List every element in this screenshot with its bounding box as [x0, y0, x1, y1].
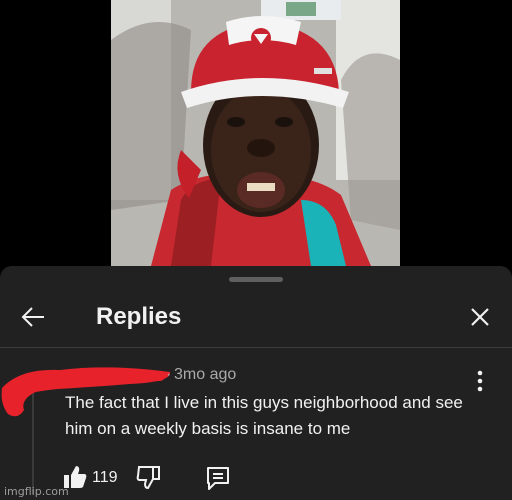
meta-separator: ·	[166, 366, 172, 383]
comment-timestamp: 3mo ago	[174, 366, 237, 383]
video-frame[interactable]	[111, 0, 400, 266]
comment-icon	[207, 467, 229, 490]
dislike-button[interactable]	[136, 464, 162, 490]
watermark: imgflip.com	[4, 485, 69, 498]
drag-handle[interactable]	[229, 277, 283, 282]
close-button[interactable]	[463, 300, 497, 334]
replies-sheet: Replies · 3mo ago The fact that I live i…	[0, 266, 512, 500]
comment-text: The fact that I live in this guys neighb…	[65, 393, 463, 438]
comment-item: · 3mo ago The fact that I live in this g…	[0, 348, 512, 500]
close-icon	[471, 308, 489, 326]
back-button[interactable]	[16, 300, 50, 334]
sheet-header: Replies	[0, 290, 512, 346]
video-still-image	[111, 0, 400, 266]
reply-button[interactable]	[204, 464, 232, 492]
page-title: Replies	[96, 303, 182, 330]
arrow-left-icon	[21, 307, 44, 327]
comment-actions: 119	[0, 456, 512, 496]
like-count: 119	[92, 469, 118, 486]
video-player[interactable]	[0, 0, 512, 266]
thumbs-down-icon	[136, 466, 160, 490]
